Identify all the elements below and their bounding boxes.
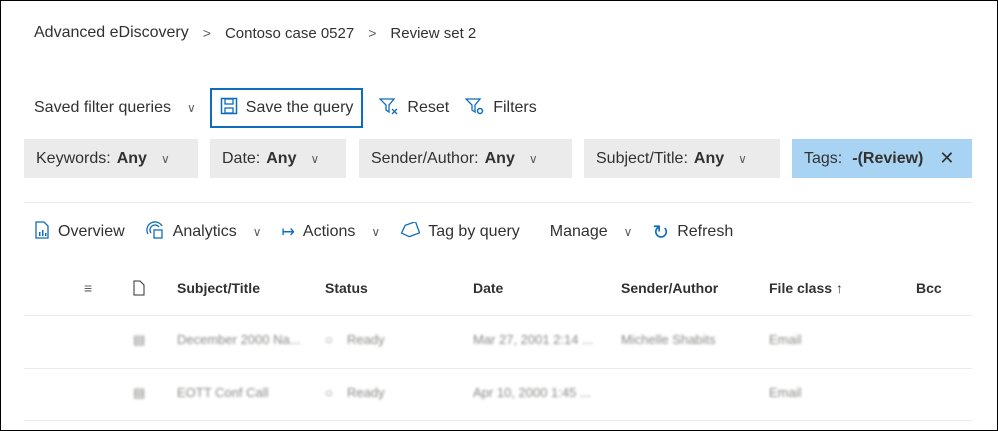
divider [24, 202, 972, 203]
analytics-dropdown[interactable]: Analytics ∨ [145, 220, 262, 245]
filters-button[interactable]: Filters [457, 88, 545, 128]
filter-label: Keywords: [36, 149, 111, 167]
table-row[interactable]: ▤ December 2000 Na... ○ Ready Mar 27, 20… [0, 332, 998, 352]
document-icon [133, 280, 145, 299]
column-sender-author[interactable]: Sender/Author [621, 280, 718, 296]
window-frame [0, 0, 998, 431]
saved-filter-queries-dropdown[interactable]: Saved filter queries ∨ [34, 88, 204, 128]
save-query-label: Save the query [245, 99, 354, 116]
report-icon [34, 220, 50, 244]
filter-value: Any [266, 149, 297, 167]
chevron-down-icon: ∨ [252, 225, 262, 239]
refresh-label: Refresh [677, 223, 734, 240]
actions-label: Actions [302, 223, 356, 240]
breadcrumb-review-set: Review set 2 [390, 24, 477, 42]
close-icon[interactable]: ✕ [939, 148, 954, 169]
save-query-button[interactable]: Save the query [209, 88, 364, 128]
refresh-button[interactable]: ↻ Refresh [652, 220, 733, 245]
list-icon[interactable]: ≡ [84, 280, 92, 296]
cell-file-class: Email [769, 385, 802, 400]
arrow-right-icon: ↦ [281, 224, 295, 241]
cell-status: Ready [347, 332, 385, 347]
table-row[interactable]: ▤ EOTT Conf Call ○ Ready Apr 10, 2000 1:… [0, 385, 998, 405]
filter-date[interactable]: Date: Any ∨ [210, 139, 346, 178]
query-toolbar: Saved filter queries ∨ Save the query Re… [34, 88, 545, 128]
analytics-icon [145, 220, 165, 245]
reset-button[interactable]: Reset [371, 88, 457, 128]
filter-label: Tags: [804, 149, 843, 167]
breadcrumb-case[interactable]: Contoso case 0527 [225, 25, 354, 42]
overview-button[interactable]: Overview [34, 220, 125, 244]
filter-value: Any [693, 149, 725, 167]
filter-value: Any [116, 149, 147, 167]
actions-dropdown[interactable]: ↦ Actions ∨ [282, 222, 381, 242]
chevron-right-icon: > [202, 25, 211, 41]
breadcrumb: Advanced eDiscovery > Contoso case 0527 … [34, 24, 476, 42]
chevron-down-icon: ∨ [623, 225, 633, 239]
chevron-right-icon: > [368, 25, 377, 41]
overview-label: Overview [58, 223, 125, 240]
tag-icon [400, 220, 421, 243]
cell-date: Mar 27, 2001 2:14 ... [473, 332, 593, 347]
tag-by-query-label: Tag by query [428, 223, 520, 240]
filter-label: Subject/Title: [596, 149, 688, 167]
filter-label: Sender/Author: [371, 149, 479, 167]
filter-keywords[interactable]: Keywords: Any ∨ [24, 139, 198, 178]
chevron-down-icon: ∨ [528, 151, 538, 166]
chevron-down-icon: ∨ [310, 151, 320, 166]
analytics-label: Analytics [172, 223, 237, 240]
tag-by-query-button[interactable]: Tag by query [400, 220, 520, 243]
filter-clear-icon [378, 97, 399, 120]
save-icon [220, 97, 238, 120]
cell-subject: EOTT Conf Call [177, 385, 269, 400]
manage-label: Manage [549, 223, 608, 240]
cell-file-class: Email [769, 332, 802, 347]
filter-tags[interactable]: Tags: -(Review) ✕ [792, 139, 972, 178]
filters-label: Filters [493, 99, 537, 116]
column-file-class[interactable]: File class ↑ [769, 280, 843, 296]
status-circle-icon: ○ [325, 385, 333, 400]
refresh-icon: ↻ [652, 221, 670, 244]
filter-value: -(Review) [852, 149, 924, 167]
reset-label: Reset [407, 99, 450, 116]
cell-status: Ready [347, 385, 385, 400]
divider [24, 368, 972, 369]
cell-sender: Michelle Shabits [621, 332, 716, 347]
filter-sender-author[interactable]: Sender/Author: Any ∨ [359, 139, 572, 178]
table-header: ≡ Subject/Title Status Date Sender/Autho… [0, 280, 998, 300]
manage-dropdown[interactable]: Manage ∨ [550, 223, 633, 241]
column-date[interactable]: Date [473, 280, 503, 296]
divider [24, 315, 972, 316]
filter-subject-title[interactable]: Subject/Title: Any ∨ [584, 139, 780, 178]
cell-subject: December 2000 Na... [177, 332, 301, 347]
chevron-down-icon: ∨ [160, 151, 170, 166]
filter-value: Any [484, 149, 515, 167]
command-bar: Overview Analytics ∨ ↦ Actions ∨ Tag by que… [34, 219, 753, 245]
breadcrumb-advanced-ediscovery[interactable]: Advanced eDiscovery [34, 24, 189, 42]
saved-filter-queries-label: Saved filter queries [34, 99, 171, 116]
column-subject-title[interactable]: Subject/Title [177, 280, 260, 296]
filter-label: Date: [222, 149, 261, 167]
column-status[interactable]: Status [325, 280, 368, 296]
chevron-down-icon: ∨ [186, 101, 196, 115]
chevron-down-icon: ∨ [371, 225, 381, 239]
divider [24, 420, 972, 421]
email-icon: ▤ [133, 332, 146, 347]
cell-date: Apr 10, 2000 1:45 ... [473, 385, 591, 400]
chevron-down-icon: ∨ [738, 151, 747, 166]
filter-settings-icon [464, 97, 485, 120]
column-bcc[interactable]: Bcc [916, 280, 942, 296]
status-circle-icon: ○ [325, 332, 333, 347]
email-icon: ▤ [133, 385, 146, 400]
